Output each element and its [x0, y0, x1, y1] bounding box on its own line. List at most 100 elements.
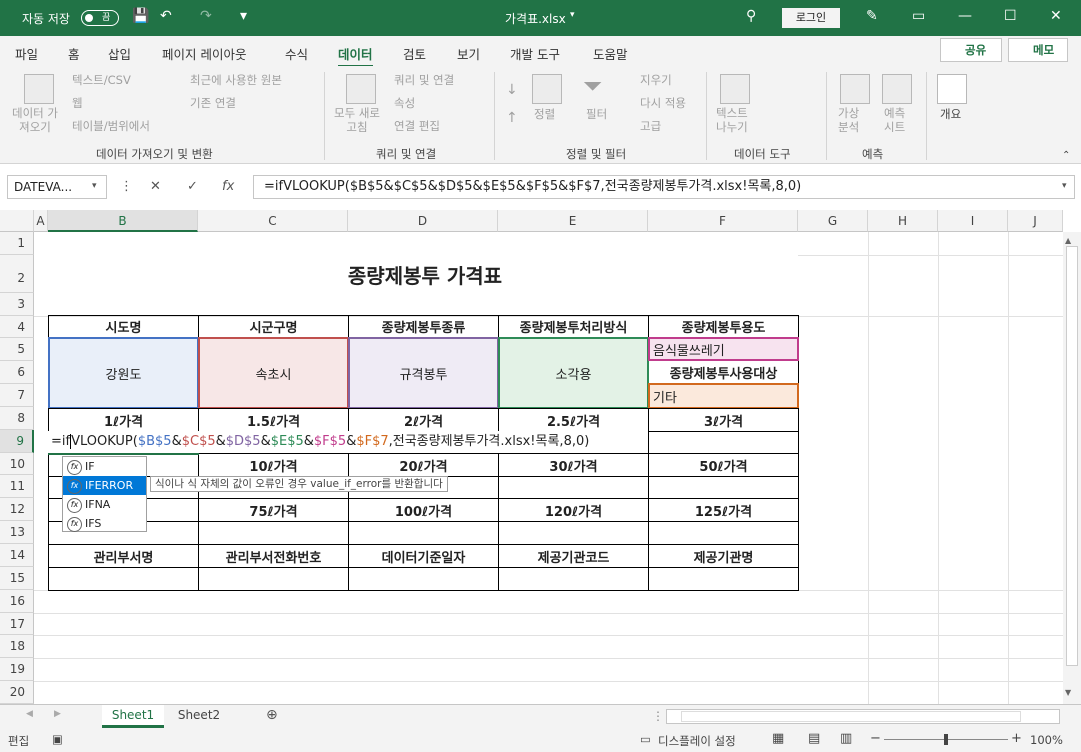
web-button[interactable]: 웹 [72, 95, 83, 111]
select-all[interactable] [0, 210, 34, 232]
price-cell[interactable]: 100ℓ가격 [348, 498, 499, 522]
filter-button[interactable]: 필터 [586, 106, 607, 122]
table-range-button[interactable]: 테이블/범위에서 [72, 118, 150, 134]
login-button[interactable]: 로그인 [782, 8, 840, 28]
header-cell[interactable]: 종량제봉투사용대상 [648, 360, 799, 384]
col-header[interactable]: G [798, 210, 868, 232]
edit-links-button[interactable]: 연결 편집 [394, 118, 440, 134]
get-data-button[interactable]: 데이터 가 져오기 [12, 106, 58, 134]
prev-sheet-icon[interactable]: ◀ [26, 709, 33, 719]
forecast-sheet-button[interactable]: 예측 시트 [884, 106, 905, 134]
cell[interactable] [498, 521, 649, 545]
chevron-down-icon[interactable]: ▾ [570, 10, 575, 20]
header-cell[interactable]: 시도명 [48, 315, 199, 338]
price-cell[interactable]: 2.5ℓ가격 [498, 408, 649, 432]
row-header[interactable]: 12 [0, 498, 34, 521]
price-cell[interactable]: 30ℓ가격 [498, 453, 649, 477]
page-layout-view-icon[interactable]: ▤ [808, 731, 820, 746]
header-cell[interactable]: 관리부서전화번호 [198, 544, 349, 568]
col-header[interactable]: I [938, 210, 1008, 232]
tab-home[interactable]: 홈 [68, 44, 80, 63]
what-if-button[interactable]: 가상 분석 [838, 106, 859, 134]
redo-icon[interactable]: ↷ [200, 8, 212, 24]
price-cell[interactable]: 20ℓ가격 [348, 453, 499, 477]
row-header[interactable]: 5 [0, 338, 34, 361]
header-cell[interactable]: 종량제봉투용도 [648, 315, 799, 338]
page-break-view-icon[interactable]: ▥ [840, 731, 852, 746]
cell[interactable] [498, 476, 649, 499]
row-header[interactable]: 8 [0, 407, 34, 430]
zoom-level[interactable]: 100% [1030, 733, 1063, 747]
cell[interactable] [648, 567, 799, 591]
properties-button[interactable]: 속성 [394, 95, 415, 111]
enter-icon[interactable]: ✓ [187, 179, 198, 194]
col-header[interactable]: E [498, 210, 648, 232]
row-header[interactable]: 18 [0, 635, 34, 658]
price-cell[interactable]: 50ℓ가격 [648, 453, 799, 477]
existing-connections-button[interactable]: 기존 연결 [190, 95, 236, 111]
price-cell[interactable]: 10ℓ가격 [198, 453, 349, 477]
next-sheet-icon[interactable]: ▶ [54, 709, 61, 719]
col-header[interactable]: A [34, 210, 48, 232]
col-header[interactable]: J [1008, 210, 1063, 232]
row-header[interactable]: 10 [0, 453, 34, 475]
clear-button[interactable]: 지우기 [640, 72, 672, 88]
cell[interactable] [498, 567, 649, 591]
macro-icon[interactable]: ▣ [52, 732, 63, 746]
queries-button[interactable]: 쿼리 및 연결 [394, 72, 454, 88]
function-icon[interactable]: fx [222, 179, 234, 194]
zoom-thumb[interactable] [944, 734, 948, 745]
cell[interactable] [198, 567, 349, 591]
row-header[interactable]: 2 [0, 255, 34, 293]
save-icon[interactable]: 💾 [132, 8, 149, 24]
reapply-button[interactable]: 다시 적용 [640, 95, 686, 111]
tab-data[interactable]: 데이터 [338, 44, 373, 68]
customize-icon[interactable]: ▾ [240, 8, 247, 24]
header-cell[interactable]: 제공기관명 [648, 544, 799, 568]
header-cell[interactable]: 시군구명 [198, 315, 349, 338]
display-settings[interactable]: 디스플레이 설정 [658, 733, 736, 749]
header-cell[interactable]: 제공기관코드 [498, 544, 649, 568]
cell[interactable] [348, 567, 499, 591]
autocomplete-item[interactable]: IFS [63, 514, 146, 533]
col-header[interactable]: F [648, 210, 798, 232]
autocomplete-item[interactable]: IF [63, 457, 146, 476]
tab-page-layout[interactable]: 페이지 레이아웃 [162, 44, 246, 63]
cancel-icon[interactable]: ✕ [150, 179, 161, 194]
formula-input[interactable]: =ifVLOOKUP($B$5&$C$5&$D$5&$E$5&$F$5&$F$7… [253, 175, 1075, 199]
search-icon[interactable]: ⚲ [746, 8, 756, 24]
text-csv-button[interactable]: 텍스트/CSV [72, 72, 131, 88]
tab-formulas[interactable]: 수식 [285, 44, 308, 63]
undo-icon[interactable]: ↶ [160, 8, 172, 24]
price-cell[interactable]: 120ℓ가격 [498, 498, 649, 522]
cell[interactable] [198, 521, 349, 545]
sheet-tab[interactable]: Sheet1 [102, 705, 164, 728]
price-cell[interactable]: 2ℓ가격 [348, 408, 499, 432]
cell[interactable] [648, 431, 799, 454]
close-icon[interactable]: ✕ [1050, 8, 1062, 24]
row-header[interactable]: 15 [0, 567, 34, 590]
price-cell[interactable]: 3ℓ가격 [648, 408, 799, 432]
zoom-in-icon[interactable]: + [1011, 731, 1022, 746]
price-cell[interactable]: 1.5ℓ가격 [198, 408, 349, 432]
row-header[interactable]: 14 [0, 544, 34, 567]
tab-help[interactable]: 도움말 [593, 44, 628, 63]
scroll-up-icon[interactable]: ▲ [1065, 236, 1071, 245]
chevron-down-icon[interactable]: ▾ [1062, 181, 1067, 191]
sheet-tab[interactable]: Sheet2 [166, 705, 232, 728]
recent-sources-button[interactable]: 최근에 사용한 원본 [190, 72, 282, 88]
price-cell[interactable]: 1ℓ가격 [48, 408, 199, 432]
refresh-all-button[interactable]: 모두 새로 고침 [334, 106, 380, 134]
sort-button[interactable]: 정렬 [534, 106, 555, 122]
cell[interactable] [648, 521, 799, 545]
ribbon-display-icon[interactable]: ▭ [912, 8, 925, 24]
scroll-thumb[interactable] [681, 711, 1021, 722]
share-button[interactable]: 공유 [940, 38, 1002, 62]
function-autocomplete[interactable]: IF IFERROR IFNA IFS [62, 456, 147, 532]
col-header[interactable]: B [48, 210, 198, 232]
cell[interactable] [48, 567, 199, 591]
horizontal-scrollbar[interactable] [666, 709, 1060, 724]
tab-developer[interactable]: 개발 도구 [510, 44, 560, 63]
row-header[interactable]: 20 [0, 681, 34, 704]
row-header[interactable]: 3 [0, 293, 34, 316]
